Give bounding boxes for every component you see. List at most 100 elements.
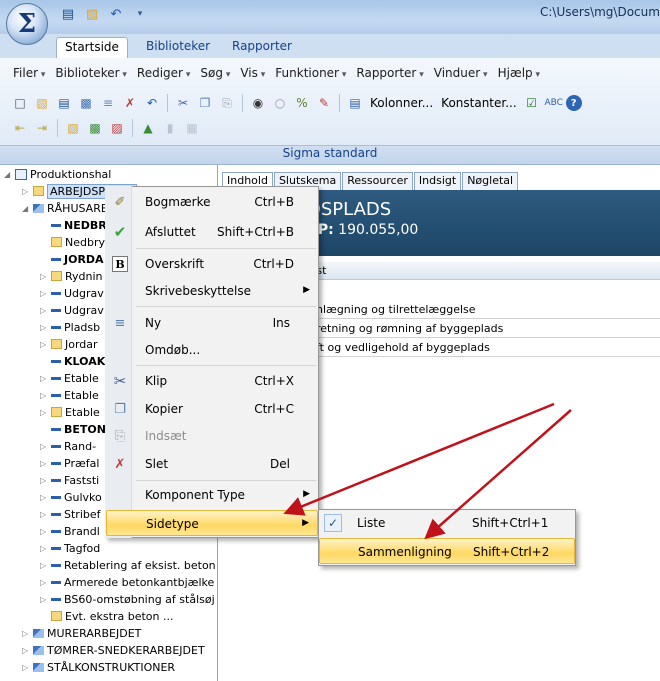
expand-icon[interactable]: ▷	[40, 306, 48, 315]
tree-item[interactable]: NEDBR	[40, 217, 107, 233]
menu-item-overskrift[interactable]: B Overskrift Ctrl+D	[106, 251, 318, 277]
tree-item[interactable]: ▷ Udgrav	[40, 302, 104, 318]
tree-item[interactable]: ▷ Armerede betonkantbjælke	[40, 574, 214, 590]
menu-hjaelp[interactable]: Hjælp	[493, 66, 545, 84]
tree-item[interactable]: ▷ Etable	[40, 387, 99, 403]
expand-icon[interactable]: ▷	[40, 476, 48, 485]
app-menu-button[interactable]: Σ	[6, 3, 48, 45]
undo-icon[interactable]: ↶	[142, 93, 162, 113]
copy-icon[interactable]: ❐	[195, 93, 215, 113]
expand-icon[interactable]: ▷	[40, 323, 48, 332]
sheet-yellow-icon[interactable]: ▧	[63, 118, 83, 138]
delete-row-icon[interactable]: ✗	[120, 93, 140, 113]
tree-item[interactable]: ▷ Udgrav	[40, 285, 104, 301]
open-folder-icon[interactable]: ▧	[82, 5, 102, 23]
menu-item-omdob[interactable]: Omdøb...	[106, 337, 318, 363]
tab-noegletal[interactable]: Nøgletal	[462, 172, 519, 190]
menu-item-bogmaerke[interactable]: ✐ Bogmærke Ctrl+B	[106, 189, 318, 215]
tree-item[interactable]: Evt. ekstra beton ...	[40, 608, 173, 624]
expand-icon[interactable]: ▷	[40, 459, 48, 468]
menu-rapporter[interactable]: Rapporter	[351, 66, 428, 84]
expand-icon[interactable]: ▷	[40, 595, 48, 604]
columns-icon[interactable]: ▤	[345, 93, 365, 113]
cut-icon[interactable]: ✂	[173, 93, 193, 113]
menu-item-skrivebeskyttelse[interactable]: Skrivebeskyttelse ▶	[106, 278, 318, 304]
tab-indsigt[interactable]: Indsigt	[413, 172, 462, 190]
menu-item-komponent-type[interactable]: Komponent Type ▶	[106, 482, 318, 508]
paint-icon[interactable]: ✎	[314, 93, 334, 113]
menu-funktioner[interactable]: Funktioner	[270, 66, 351, 84]
open-folder-icon[interactable]: ▧	[32, 93, 52, 113]
tree-item[interactable]: ▷ STÅLKONSTRUKTIONER	[22, 659, 175, 675]
find-next-icon[interactable]: ○	[270, 93, 290, 113]
tree-item[interactable]: JORDA	[40, 251, 104, 267]
tree-item[interactable]: Nedbry	[40, 234, 105, 250]
tree-item[interactable]: ▷ Jordar	[40, 336, 98, 352]
indent-right-icon[interactable]: ⇥	[32, 118, 52, 138]
expand-icon[interactable]: ▷	[40, 493, 48, 502]
expand-icon[interactable]: ▷	[22, 187, 30, 196]
expand-icon[interactable]: ▷	[40, 340, 48, 349]
tree-item[interactable]: ▷ Rydnin	[40, 268, 103, 284]
tab-startside[interactable]: Startside	[56, 37, 128, 58]
tree-item[interactable]: ▷ MURERARBEJDET	[22, 625, 141, 641]
expand-icon[interactable]: ▷	[40, 289, 48, 298]
help-icon[interactable]: ?	[565, 95, 582, 111]
menu-item-sidetype[interactable]: Sidetype ▶	[106, 510, 318, 536]
undo-icon[interactable]: ↶	[106, 5, 126, 23]
expand-icon[interactable]: ▷	[40, 544, 48, 553]
expand-icon[interactable]: ▷	[40, 272, 48, 281]
menu-biblioteker[interactable]: Biblioteker	[50, 66, 132, 84]
menu-vinduer[interactable]: Vinduer	[429, 66, 493, 84]
find-icon[interactable]: ◉	[248, 93, 268, 113]
expand-icon[interactable]: ▷	[40, 578, 48, 587]
sheet-green-icon[interactable]: ▩	[85, 118, 105, 138]
menu-item-slet[interactable]: ✗ Slet Del	[106, 451, 318, 477]
paste-icon[interactable]: ⎘	[217, 93, 237, 113]
tree-item[interactable]: ▷ Retablering af eksist. beton	[40, 557, 216, 573]
tree-item[interactable]: ▷ Præfal	[40, 455, 99, 471]
tree-item[interactable]: ▷ Faststi	[40, 472, 99, 488]
save-icon[interactable]: ▤	[58, 5, 78, 23]
sheet-red-icon[interactable]: ▨	[107, 118, 127, 138]
expand-icon[interactable]: ▷	[40, 510, 48, 519]
menu-rediger[interactable]: Rediger	[132, 66, 195, 84]
tree-item[interactable]: ▷ Pladsb	[40, 319, 100, 335]
expand-icon[interactable]: ▷	[22, 629, 30, 638]
expand-icon[interactable]: ▷	[40, 391, 48, 400]
expand-icon[interactable]: ▷	[40, 374, 48, 383]
chart-icon[interactable]: ▲	[138, 118, 158, 138]
expand-icon[interactable]: ▷	[40, 442, 48, 451]
tree-item[interactable]: ▷ Tagfod	[40, 540, 100, 556]
expand-icon[interactable]: ▷	[40, 527, 48, 536]
tree-item[interactable]: ▷ Gulvko	[40, 489, 102, 505]
collapse-icon[interactable]: ◢	[22, 204, 30, 213]
spellcheck-icon[interactable]: ABC	[544, 93, 564, 113]
expand-icon[interactable]: ▷	[22, 663, 30, 672]
constants-button[interactable]: Konstanter...	[438, 96, 520, 110]
menu-item-kopier[interactable]: ❐ Kopier Ctrl+C	[106, 396, 318, 422]
tab-biblioteker[interactable]: Biblioteker	[138, 37, 218, 58]
menu-filer[interactable]: Filer	[8, 66, 50, 84]
expand-icon[interactable]: ▷	[22, 646, 30, 655]
tree-item[interactable]: ▷ Etable	[40, 404, 100, 420]
tree-item[interactable]: KLOAK	[40, 353, 105, 369]
expand-icon[interactable]: ▷	[40, 561, 48, 570]
save-icon[interactable]: ▤	[54, 93, 74, 113]
expand-icon[interactable]: ▷	[40, 408, 48, 417]
tree-item[interactable]: ▷ Stribef	[40, 506, 101, 522]
tree-item[interactable]: BETON	[40, 421, 106, 437]
outdent-icon[interactable]: ⇤	[10, 118, 30, 138]
tree-item[interactable]: ▷ TØMRER-SNEDKERARBEJDET	[22, 642, 205, 658]
tree-item[interactable]: ▷ Etable	[40, 370, 99, 386]
qat-customize-icon[interactable]: ▾	[130, 5, 150, 23]
tree-root[interactable]: ◢ Produktionshal	[4, 166, 111, 182]
menu-sog[interactable]: Søg	[195, 66, 235, 84]
menu-vis[interactable]: Vis	[235, 66, 270, 84]
tree-item[interactable]: ▷ Brandl	[40, 523, 100, 539]
percent-icon[interactable]: %	[292, 93, 312, 113]
tree-item[interactable]: ▷ Rand-	[40, 438, 96, 454]
tab-rapporter[interactable]: Rapporter	[224, 37, 300, 58]
menu-item-klip[interactable]: ✂ Klip Ctrl+X	[106, 368, 318, 394]
tab-ressourcer[interactable]: Ressourcer	[342, 172, 413, 190]
